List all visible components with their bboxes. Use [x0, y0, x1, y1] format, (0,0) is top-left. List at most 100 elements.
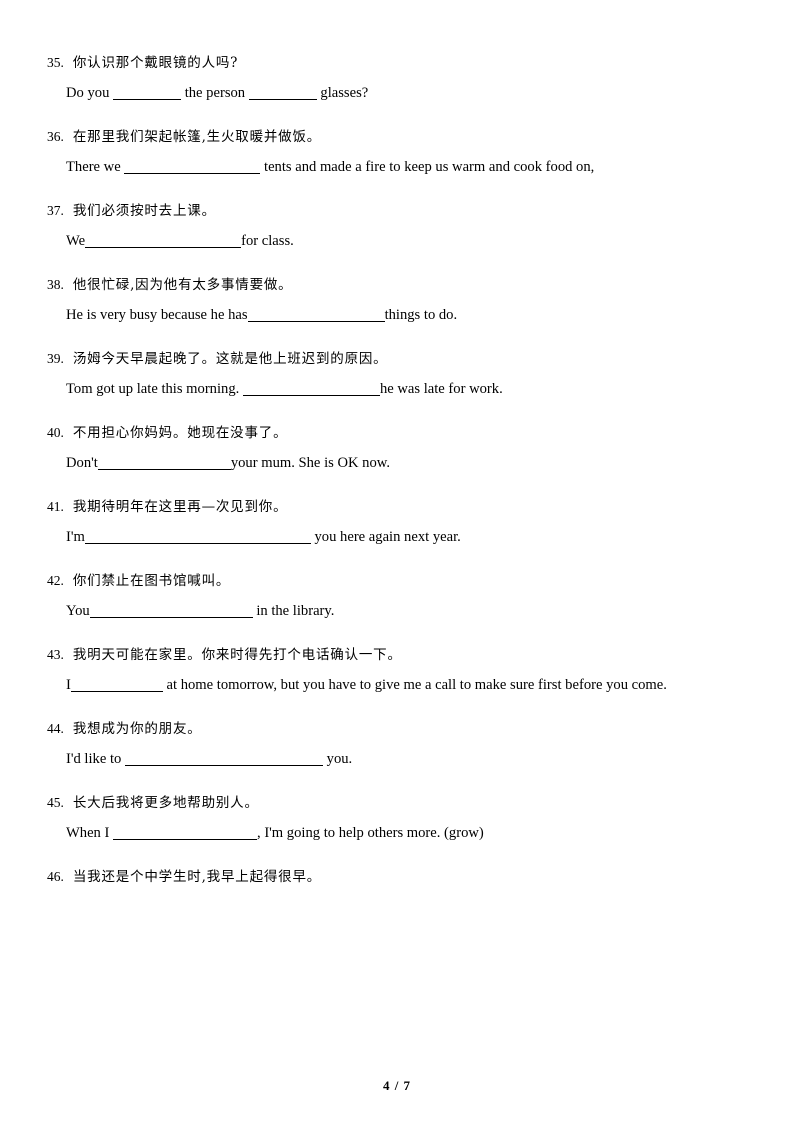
exercise-item: 37. 我们必须按时去上课。 We for class. — [47, 196, 747, 256]
exercise-item: 46. 当我还是个中学生时,我早上起得很早。 — [47, 862, 747, 892]
exercise-item: 40. 不用担心你妈妈。她现在没事了。 Don't your mum. She is … — [47, 418, 747, 478]
exercise-item: 38. 他很忙碌,因为他有太多事情要做。 He is very busy becau… — [47, 270, 747, 330]
question-prompt-chinese: 35. 你认识那个戴眼镜的人吗? — [47, 48, 747, 78]
sentence-text: You — [66, 603, 90, 619]
item-spacer — [47, 552, 747, 566]
question-prompt-chinese: 43. 我明天可能在家里。你来时得先打个电话确认一下。 — [47, 640, 747, 670]
question-prompt-chinese: 46. 当我还是个中学生时,我早上起得很早。 — [47, 862, 747, 892]
item-spacer — [47, 700, 747, 714]
chinese-sentence: 当我还是个中学生时,我早上起得很早。 — [72, 869, 322, 885]
chinese-sentence: 长大后我将更多地帮助别人。 — [72, 795, 259, 811]
item-spacer — [47, 108, 747, 122]
sentence-text: We — [66, 233, 86, 249]
answer-blank[interactable] — [248, 85, 317, 100]
sentence-text: , I'm going to help others more. (grow) — [257, 825, 484, 841]
item-spacer — [47, 626, 747, 640]
answer-blank[interactable] — [113, 825, 258, 840]
sentence-text: you here again next year. — [314, 529, 461, 545]
item-spacer — [47, 848, 747, 862]
answer-blank[interactable] — [124, 751, 323, 766]
chinese-sentence: 你认识那个戴眼镜的人吗? — [72, 55, 239, 71]
exercise-item: 36. 在那里我们架起帐篷,生火取暖并做饭。 There we tents and … — [47, 122, 747, 182]
answer-blank[interactable] — [84, 529, 311, 544]
sentence-text: When I — [66, 825, 110, 841]
answer-line-english: Don't your mum. She is OK now. — [66, 448, 747, 478]
item-spacer — [47, 330, 747, 344]
answer-blank[interactable] — [85, 233, 242, 248]
item-spacer — [47, 256, 747, 270]
chinese-sentence: 我期待明年在这里再—次见到你。 — [72, 499, 288, 515]
chinese-sentence: 我明天可能在家里。你来时得先打个电话确认一下。 — [72, 647, 402, 663]
answer-line-english: We for class. — [66, 226, 747, 256]
question-prompt-chinese: 37. 我们必须按时去上课。 — [47, 196, 747, 226]
answer-line-english: I'd like to you. — [66, 744, 747, 774]
answer-blank[interactable] — [97, 455, 231, 470]
question-number: 46. — [47, 869, 64, 884]
question-number: 42. — [47, 573, 64, 588]
chinese-sentence: 我想成为你的朋友。 — [72, 721, 202, 737]
exercise-item: 42. 你们禁止在图书馆喊叫。 You in the library. — [47, 566, 747, 626]
sentence-text: the person — [184, 85, 246, 101]
item-spacer — [47, 404, 747, 418]
question-prompt-chinese: 41. 我期待明年在这里再—次见到你。 — [47, 492, 747, 522]
sentence-text: tents and made a fire to keep us warm an… — [264, 159, 595, 175]
answer-blank[interactable] — [70, 677, 163, 692]
answer-line-english: You in the library. — [66, 596, 747, 626]
sentence-text: you. — [326, 751, 353, 767]
question-number: 35. — [47, 55, 64, 70]
sentence-text: your mum. She is OK now. — [230, 455, 391, 471]
answer-line-english: Tom got up late this morning. he was lat… — [66, 374, 747, 404]
sentence-text: I'd like to — [66, 751, 122, 767]
sentence-text: in the library. — [256, 603, 335, 619]
chinese-sentence: 你们禁止在图书馆喊叫。 — [72, 573, 231, 589]
exercise-item: 35. 你认识那个戴眼镜的人吗? Do you the person glasses… — [47, 48, 747, 108]
sentence-text: Tom got up late this morning. — [66, 381, 240, 397]
sentence-text: for class. — [241, 233, 294, 249]
chinese-sentence: 我们必须按时去上课。 — [72, 203, 216, 219]
page-footer: 4 / 7 — [382, 1078, 412, 1093]
sentence-text: Don't — [66, 455, 98, 471]
question-number: 43. — [47, 647, 64, 662]
chinese-sentence: 不用担心你妈妈。她现在没事了。 — [72, 425, 288, 441]
exercise-item: 45. 长大后我将更多地帮助别人。 When I , I'm going to he… — [47, 788, 747, 848]
question-prompt-chinese: 39. 汤姆今天早晨起晚了。这就是他上班迟到的原因。 — [47, 344, 747, 374]
exercise-item: 41. 我期待明年在这里再—次见到你。 I'm you here again nex… — [47, 492, 747, 552]
question-number: 38. — [47, 277, 64, 292]
sentence-text: he was late for work. — [379, 381, 503, 397]
question-number: 44. — [47, 721, 64, 736]
question-prompt-chinese: 38. 他很忙碌,因为他有太多事情要做。 — [47, 270, 747, 300]
question-number: 41. — [47, 499, 64, 514]
sentence-text: Do you — [66, 85, 110, 101]
answer-line-english: I'm you here again next year. — [66, 522, 747, 552]
item-spacer — [47, 182, 747, 196]
question-prompt-chinese: 44. 我想成为你的朋友。 — [47, 714, 747, 744]
answer-blank[interactable] — [242, 381, 380, 396]
question-number: 45. — [47, 795, 64, 810]
item-spacer — [47, 892, 747, 906]
answer-blank[interactable] — [113, 85, 182, 100]
sentence-text: glasses? — [320, 85, 369, 101]
answer-line-english: When I , I'm going to help others more. … — [66, 818, 747, 848]
question-prompt-chinese: 36. 在那里我们架起帐篷,生火取暖并做饭。 — [47, 122, 747, 152]
item-spacer — [47, 478, 747, 492]
exercise-item: 43. 我明天可能在家里。你来时得先打个电话确认一下。 I at home tomo… — [47, 640, 747, 700]
sentence-text: He is very busy because he has — [66, 307, 248, 323]
sentence-text: I'm — [66, 529, 85, 545]
answer-blank[interactable] — [247, 307, 385, 322]
exercise-item: 44. 我想成为你的朋友。 I'd like to you. — [47, 714, 747, 774]
question-number: 36. — [47, 129, 64, 144]
exercise-list: 35. 你认识那个戴眼镜的人吗? Do you the person glasses… — [47, 48, 747, 906]
answer-blank[interactable] — [89, 603, 253, 618]
question-prompt-chinese: 42. 你们禁止在图书馆喊叫。 — [47, 566, 747, 596]
answer-blank[interactable] — [124, 159, 261, 174]
question-number: 37. — [47, 203, 64, 218]
sentence-text: at home tomorrow, but you have to give m… — [166, 677, 667, 693]
question-number: 39. — [47, 351, 64, 366]
chinese-sentence: 在那里我们架起帐篷,生火取暖并做饭。 — [72, 129, 322, 145]
question-number: 40. — [47, 425, 64, 440]
question-prompt-chinese: 45. 长大后我将更多地帮助别人。 — [47, 788, 747, 818]
answer-line-english: I at home tomorrow, but you have to give… — [66, 670, 747, 700]
sentence-text: There we — [66, 159, 121, 175]
answer-line-english: There we tents and made a fire to keep u… — [66, 152, 747, 182]
chinese-sentence: 他很忙碌,因为他有太多事情要做。 — [72, 277, 293, 293]
